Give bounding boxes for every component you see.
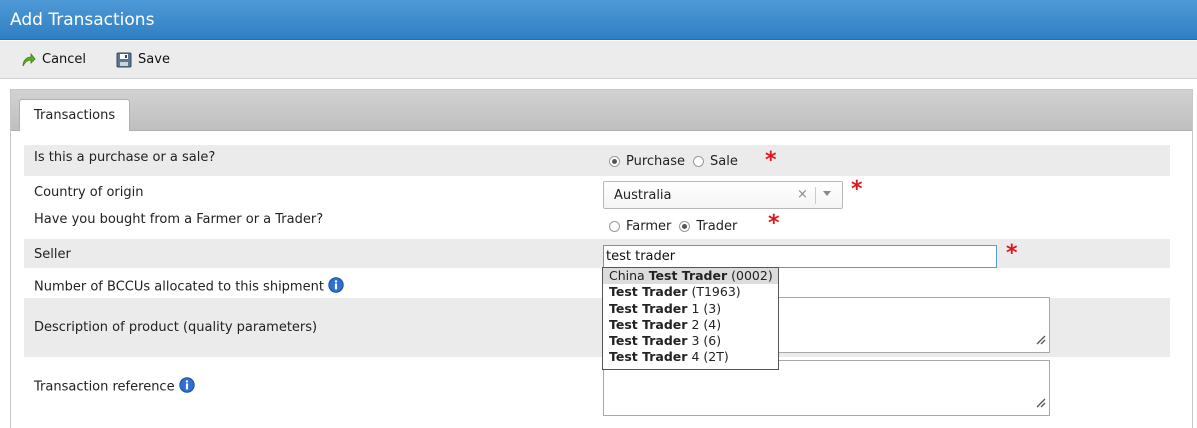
suggestion-prefix: China	[609, 268, 649, 283]
radio-farmer[interactable]: Farmer	[609, 219, 671, 234]
seller-input[interactable]	[603, 245, 997, 268]
bccus-label: Number of BCCUs allocated to this shipme…	[34, 279, 324, 295]
form-row-farmer-or-trader: Have you bought from a Farmer or a Trade…	[24, 210, 1170, 238]
form-row-purchase-or-sale: Is this a purchase or a sale?	[24, 145, 1170, 176]
suggestion-suffix: (0002)	[727, 268, 773, 283]
chevron-down-icon[interactable]	[823, 191, 831, 196]
reference-label-wrap: Transaction reference	[34, 377, 195, 397]
save-label: Save	[138, 52, 170, 67]
bccus-label-wrap: Number of BCCUs allocated to this shipme…	[34, 277, 344, 297]
undo-arrow-icon	[20, 52, 36, 68]
save-button[interactable]: Save	[116, 52, 170, 68]
radio-purchase[interactable]: Purchase	[609, 154, 685, 169]
country-select[interactable]: Australia ×	[603, 181, 843, 209]
seller-suggestion-item[interactable]: Test Trader 3 (6)	[603, 333, 778, 349]
info-icon[interactable]	[178, 377, 195, 397]
radio-farmer-label: Farmer	[626, 219, 672, 234]
seller-suggestion-item[interactable]: Test Trader (T1963)	[603, 284, 778, 300]
radio-circle-icon	[609, 156, 620, 167]
suggestion-suffix: 4 (2T)	[687, 349, 729, 365]
required-marker: *	[851, 177, 863, 202]
radio-trader[interactable]: Trader	[679, 219, 737, 234]
suggestion-match: Test Trader	[648, 268, 728, 283]
suggestion-match: Test Trader	[609, 284, 688, 300]
seller-suggestion-item[interactable]: China Test Trader (0002)	[603, 268, 778, 285]
suggestion-suffix: (T1963)	[687, 284, 741, 300]
seller-suggestion-item[interactable]: Test Trader 1 (3)	[603, 301, 778, 317]
window-title: Add Transactions	[10, 10, 155, 30]
form-row-bccus: Number of BCCUs allocated to this shipme…	[24, 268, 1170, 298]
purchase-or-sale-label: Is this a purchase or a sale?	[34, 150, 216, 165]
floppy-disk-icon	[116, 52, 132, 68]
resize-handle-icon[interactable]	[1034, 333, 1046, 349]
required-marker: *	[765, 148, 777, 173]
seller-label: Seller	[34, 247, 71, 262]
suggestion-suffix: 2 (4)	[687, 316, 722, 332]
tab-strip: Transactions	[11, 90, 1192, 131]
farmer-or-trader-radio-group: Farmer Trader	[609, 219, 745, 234]
window-title-bar: Add Transactions	[0, 0, 1197, 40]
radio-purchase-label: Purchase	[626, 154, 686, 169]
country-value: Australia	[614, 188, 672, 203]
cancel-label: Cancel	[42, 52, 87, 67]
form-row-country: Country of origin	[24, 176, 1170, 210]
seller-suggestion-item[interactable]: Test Trader 2 (4)	[603, 317, 778, 333]
seller-suggestions-dropdown: China Test Trader (0002) Test Trader (T19…	[602, 267, 779, 370]
tab-label: Transactions	[34, 108, 116, 123]
suggestion-match: Test Trader	[609, 349, 688, 365]
radio-circle-icon	[609, 221, 620, 232]
seller-suggestion-item[interactable]: Test Trader 4 (2T)	[603, 349, 778, 365]
radio-sale[interactable]: Sale	[693, 154, 738, 169]
required-marker: *	[1006, 241, 1018, 266]
suggestion-suffix: 3 (6)	[687, 333, 722, 349]
required-marker: *	[768, 211, 780, 236]
radio-circle-icon	[693, 156, 705, 167]
radio-sale-label: Sale	[710, 154, 738, 169]
radio-trader-label: Trader	[696, 219, 738, 234]
description-label: Description of product (quality paramete…	[34, 320, 318, 335]
select-divider	[815, 187, 816, 204]
country-label: Country of origin	[34, 185, 144, 200]
suggestion-match: Test Trader	[609, 300, 688, 316]
resize-handle-icon[interactable]	[1034, 396, 1046, 412]
radio-circle-icon	[679, 221, 691, 232]
farmer-or-trader-label: Have you bought from a Farmer or a Trade…	[34, 212, 324, 227]
suggestion-match: Test Trader	[609, 316, 688, 332]
clear-icon[interactable]: ×	[797, 187, 808, 202]
toolbar: Cancel Save	[0, 41, 1197, 79]
cancel-button[interactable]: Cancel	[20, 52, 86, 68]
tab-transactions[interactable]: Transactions	[19, 99, 131, 131]
form-row-seller: Seller	[24, 239, 1170, 268]
suggestion-suffix: 1 (3)	[687, 300, 722, 316]
suggestion-match: Test Trader	[609, 333, 688, 349]
purchase-or-sale-radio-group: Purchase Sale	[609, 154, 746, 169]
reference-label: Transaction reference	[34, 379, 175, 395]
info-icon[interactable]	[328, 277, 344, 297]
